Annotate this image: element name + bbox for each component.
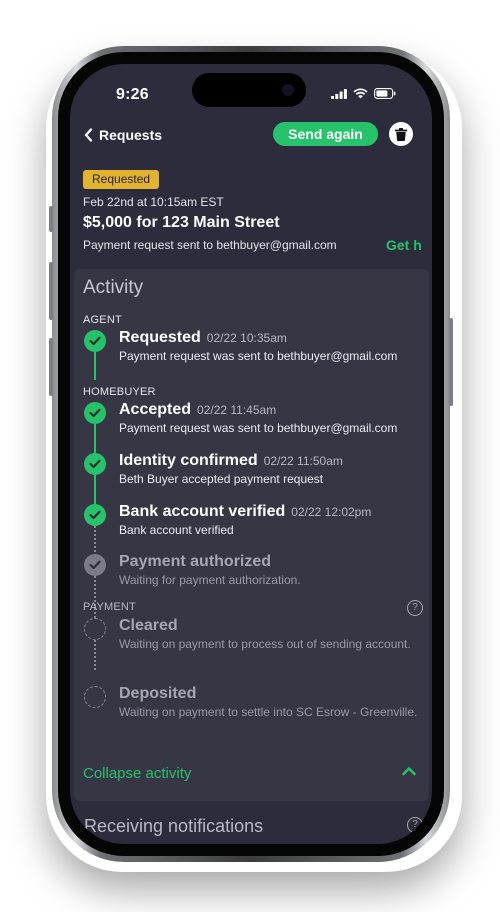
step-description: Bank account verified bbox=[119, 523, 234, 537]
step-time: 02/22 11:50am bbox=[263, 454, 343, 468]
step-title-text: Accepted bbox=[119, 401, 192, 418]
silent-switch bbox=[49, 206, 53, 232]
timeline-connector bbox=[94, 352, 96, 380]
step-description: Payment request was sent to bethbuyer@gm… bbox=[119, 421, 398, 435]
chevron-left-icon bbox=[84, 128, 93, 142]
step-description: Waiting on payment to process out of sen… bbox=[119, 637, 411, 651]
chevron-up-icon[interactable] bbox=[402, 766, 416, 776]
step-title-text: Requested bbox=[119, 329, 201, 346]
battery-icon bbox=[374, 88, 396, 99]
help-icon[interactable]: ? bbox=[407, 817, 423, 833]
step-status bbox=[84, 618, 106, 640]
step-title: Payment authorized bbox=[119, 553, 272, 570]
timeline-connector bbox=[94, 424, 96, 456]
request-date: Feb 22nd at 10:15am EST bbox=[83, 195, 224, 209]
step-status bbox=[84, 686, 106, 708]
step-time: 02/22 12:02pm bbox=[291, 505, 372, 519]
step-title: Requested 02/22 10:35am bbox=[119, 329, 287, 347]
step-title: Bank account verified 02/22 12:02pm bbox=[119, 503, 371, 521]
step-status bbox=[84, 504, 106, 526]
activity-title: Activity bbox=[83, 277, 144, 298]
step-status bbox=[84, 330, 106, 352]
timeline-connector bbox=[94, 640, 96, 670]
volume-down-button bbox=[49, 338, 53, 396]
group-label-agent: AGENT bbox=[83, 314, 122, 326]
back-button[interactable]: Requests bbox=[84, 124, 162, 146]
timeline-connector bbox=[94, 475, 96, 507]
step-description: Beth Buyer accepted payment request bbox=[119, 472, 324, 486]
check-icon bbox=[89, 336, 101, 346]
step-title: Identity confirmed 02/22 11:50am bbox=[119, 452, 343, 470]
step-status bbox=[84, 402, 106, 424]
check-icon bbox=[89, 408, 101, 418]
power-button bbox=[449, 318, 453, 406]
status-badge: Requested bbox=[83, 170, 160, 189]
request-subtitle: Payment request sent to bethbuyer@gmail.… bbox=[83, 238, 337, 252]
delete-button[interactable] bbox=[389, 122, 413, 146]
get-help-link[interactable]: Get h bbox=[386, 237, 422, 253]
step-title: Cleared bbox=[119, 617, 178, 634]
timeline-connector bbox=[94, 526, 96, 556]
step-title-text: Bank account verified bbox=[119, 503, 286, 520]
signal-icon bbox=[331, 88, 347, 99]
volume-up-button bbox=[49, 262, 53, 320]
request-title: $5,000 for 123 Main Street bbox=[83, 214, 280, 231]
step-title: Deposited bbox=[119, 685, 197, 702]
camera-icon bbox=[282, 84, 294, 96]
step-title-text: Identity confirmed bbox=[119, 452, 258, 469]
dynamic-island bbox=[192, 73, 306, 107]
step-time: 02/22 10:35am bbox=[206, 331, 287, 345]
check-icon bbox=[89, 459, 101, 469]
app-screen: 9:26 Requests Send again Requested Feb 2… bbox=[70, 64, 432, 844]
check-icon bbox=[89, 510, 101, 520]
trash-icon bbox=[395, 127, 407, 141]
collapse-activity-button[interactable]: Collapse activity bbox=[83, 765, 191, 782]
receiving-notifications-title: Receiving notifications bbox=[84, 816, 264, 836]
step-status bbox=[84, 453, 106, 475]
group-label-homebuyer: HOMEBUYER bbox=[83, 386, 156, 398]
step-time: 02/22 11:45am bbox=[197, 403, 277, 417]
step-description: Payment request was sent to bethbuyer@gm… bbox=[119, 349, 398, 363]
step-status bbox=[84, 554, 106, 576]
wifi-icon bbox=[353, 88, 368, 99]
step-description: Waiting for payment authorization. bbox=[119, 573, 301, 587]
send-again-button[interactable]: Send again bbox=[273, 122, 378, 146]
status-icons bbox=[331, 88, 396, 99]
step-title: Accepted 02/22 11:45am bbox=[119, 401, 276, 419]
help-icon[interactable]: ? bbox=[407, 600, 423, 616]
back-label: Requests bbox=[99, 127, 163, 143]
check-icon bbox=[89, 560, 101, 570]
step-description: Waiting on payment to settle into SC Esr… bbox=[119, 705, 418, 719]
status-time: 9:26 bbox=[116, 86, 149, 103]
group-label-payment: PAYMENT bbox=[83, 601, 136, 613]
